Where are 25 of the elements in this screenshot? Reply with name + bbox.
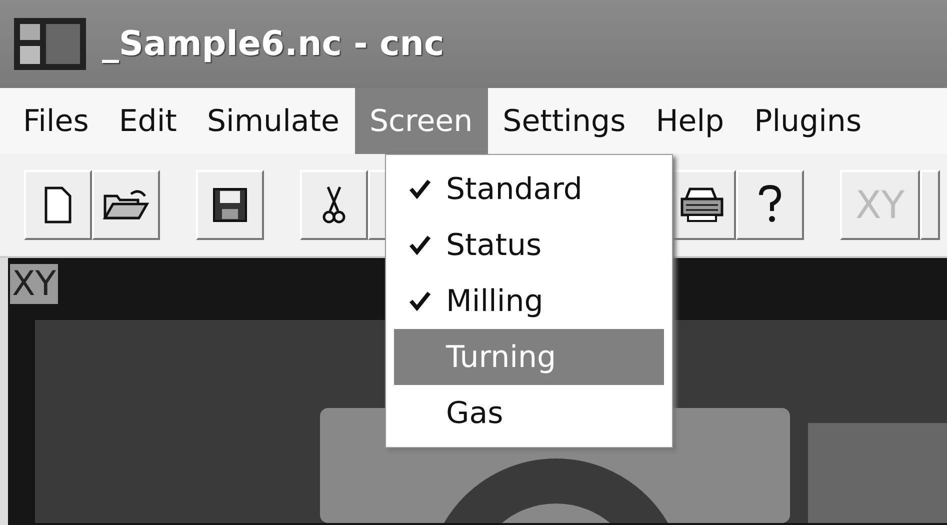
menu-option[interactable]: Turning bbox=[394, 329, 664, 385]
menu-option[interactable]: Standard bbox=[394, 161, 664, 217]
folder-icon bbox=[103, 188, 149, 222]
printer-icon bbox=[680, 187, 724, 223]
toolbar-button[interactable] bbox=[736, 170, 804, 240]
blank-page-icon bbox=[44, 186, 72, 224]
view-label: XY bbox=[10, 264, 58, 304]
toolbar-button[interactable] bbox=[196, 170, 264, 240]
menu-item[interactable]: Plugins bbox=[739, 88, 877, 154]
menu-item[interactable]: Simulate bbox=[192, 88, 355, 154]
menu-item[interactable]: Screen bbox=[354, 88, 488, 154]
menu-option[interactable]: Milling bbox=[394, 273, 664, 329]
toolbar-button[interactable] bbox=[300, 170, 368, 240]
toolbar-button[interactable] bbox=[24, 170, 92, 240]
toolbar-button[interactable] bbox=[92, 170, 160, 240]
menu-item[interactable]: Files bbox=[8, 88, 104, 154]
app-icon bbox=[12, 16, 88, 72]
menu-option[interactable]: Gas bbox=[394, 385, 664, 441]
question-mark-icon bbox=[757, 185, 783, 225]
menu-item[interactable]: Help bbox=[640, 88, 740, 154]
menu-item[interactable]: Settings bbox=[488, 88, 641, 154]
window-title: _Sample6.nc - cnc bbox=[102, 24, 444, 64]
menu-item[interactable]: Edit bbox=[104, 88, 192, 154]
scissors-icon bbox=[322, 185, 346, 225]
menu-option[interactable]: Status bbox=[394, 217, 664, 273]
